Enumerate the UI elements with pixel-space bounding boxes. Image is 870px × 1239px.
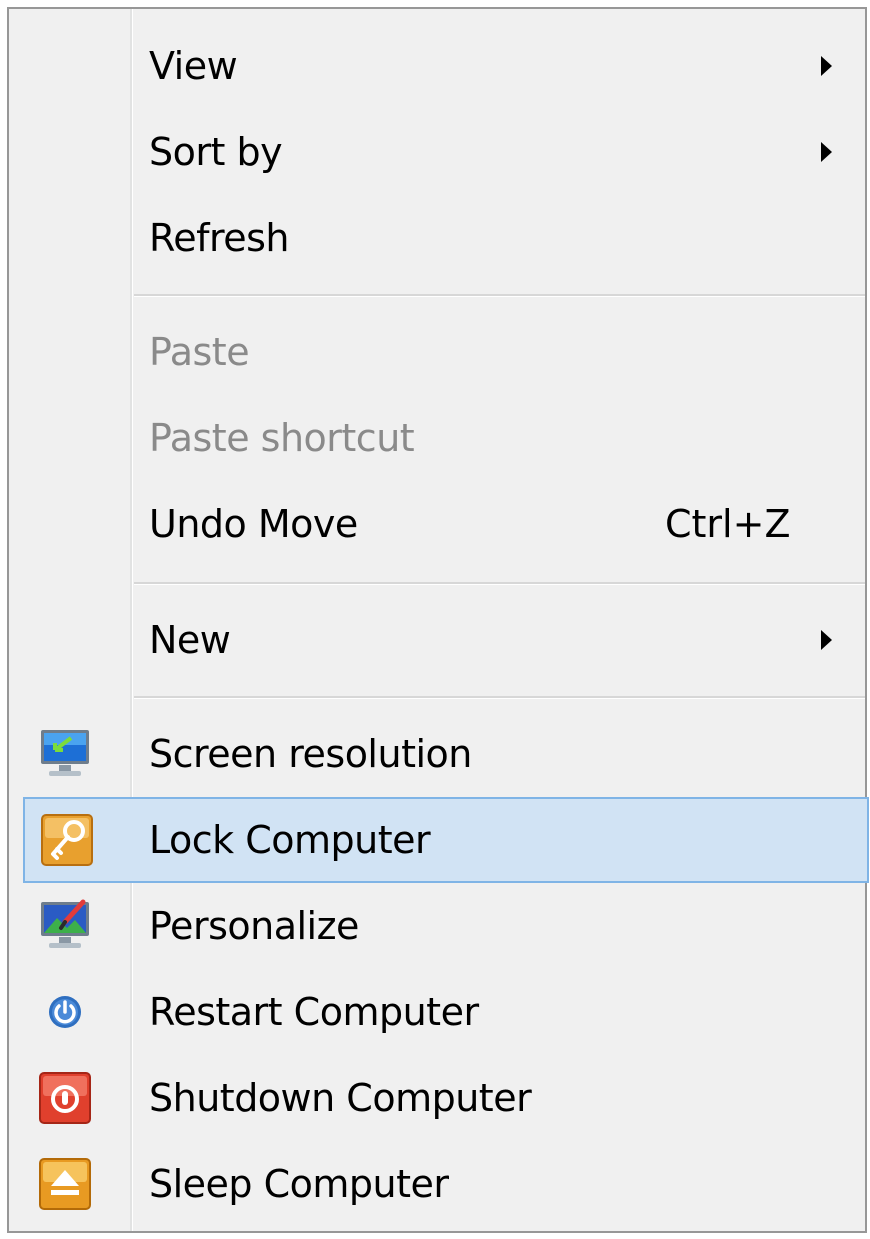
menu-item-screen-resolution[interactable]: Screen resolution [9, 711, 865, 797]
menu-item-restart-computer[interactable]: Restart Computer [9, 969, 865, 1055]
menu-item-shutdown-computer[interactable]: Shutdown Computer [9, 1055, 865, 1141]
menu-item-undo-move[interactable]: Undo Move Ctrl+Z [9, 481, 865, 567]
submenu-arrow-icon [821, 56, 832, 76]
menu-item-label: Refresh [149, 216, 290, 260]
menu-item-label: New [149, 618, 231, 662]
menu-item-sleep-computer[interactable]: Sleep Computer [9, 1141, 865, 1227]
submenu-arrow-icon [821, 142, 832, 162]
menu-item-new[interactable]: New [9, 597, 865, 683]
menu-item-label: Paste shortcut [149, 416, 415, 460]
screen-resolution-icon [37, 726, 93, 782]
menu-item-lock-computer[interactable]: Lock Computer [23, 797, 869, 883]
menu-item-label: Personalize [149, 904, 359, 948]
menu-item-label: Shutdown Computer [149, 1076, 532, 1120]
shutdown-power-icon [37, 1070, 93, 1126]
menu-item-label: Lock Computer [149, 818, 431, 862]
menu-item-label: Sort by [149, 130, 283, 174]
menu-item-personalize[interactable]: Personalize [9, 883, 865, 969]
menu-separator [134, 294, 865, 297]
restart-power-icon [37, 984, 93, 1040]
menu-item-paste: Paste [9, 309, 865, 395]
personalize-icon [37, 898, 93, 954]
menu-item-label: Screen resolution [149, 732, 472, 776]
menu-item-refresh[interactable]: Refresh [9, 195, 865, 281]
menu-separator [134, 582, 865, 585]
sleep-eject-icon [37, 1156, 93, 1212]
menu-item-sort-by[interactable]: Sort by [9, 109, 865, 195]
submenu-arrow-icon [821, 630, 832, 650]
menu-item-paste-shortcut: Paste shortcut [9, 395, 865, 481]
menu-item-label: Paste [149, 330, 250, 374]
menu-item-shortcut: Ctrl+Z [665, 502, 791, 546]
lock-key-icon [39, 812, 95, 868]
desktop-context-menu: View Sort by Refresh Paste Paste shortcu… [7, 7, 869, 1233]
menu-separator [134, 696, 865, 699]
menu-item-label: View [149, 44, 238, 88]
menu-item-label: Undo Move [149, 502, 358, 546]
menu-item-label: Restart Computer [149, 990, 479, 1034]
menu-item-view[interactable]: View [9, 23, 865, 109]
menu-item-label: Sleep Computer [149, 1162, 449, 1206]
